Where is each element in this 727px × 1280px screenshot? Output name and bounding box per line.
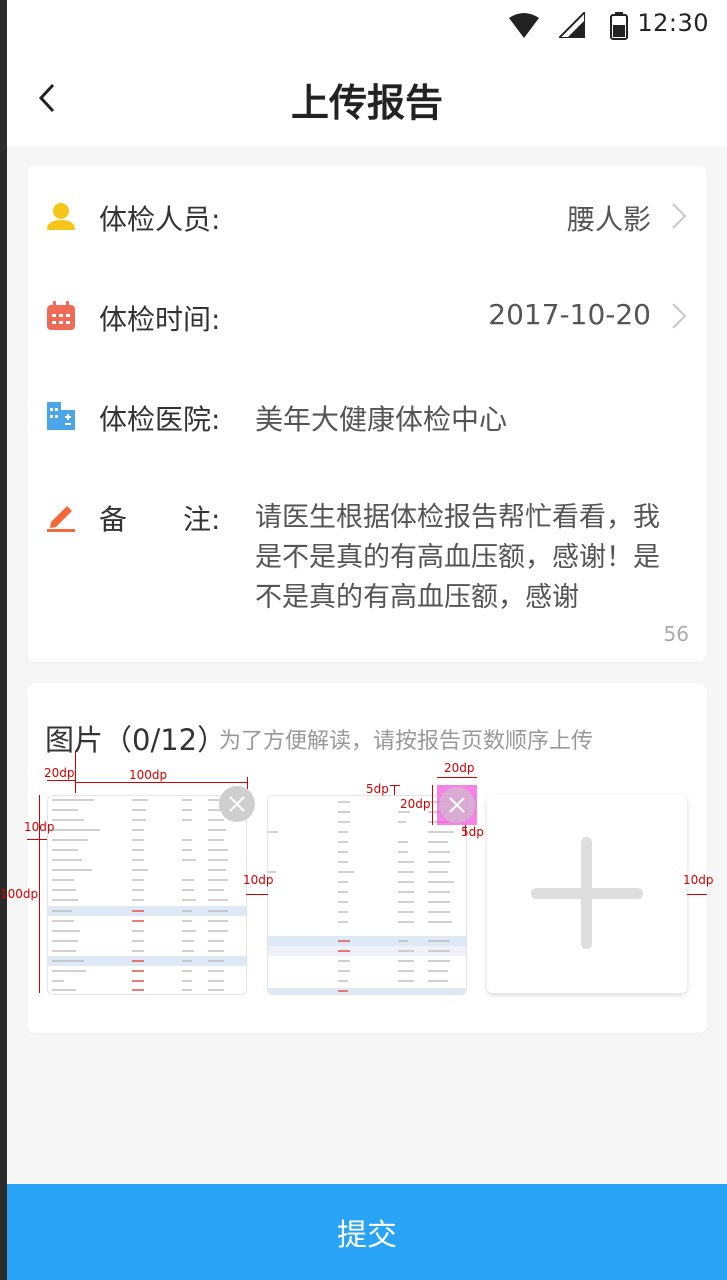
spec-line <box>247 777 248 789</box>
note-textarea[interactable]: 请医生根据体检报告帮忙看看，我是不是真的有高血压额，感谢！是不是真的有高血压额，… <box>255 498 675 618</box>
spec-line <box>27 839 47 840</box>
battery-icon <box>610 12 628 40</box>
spec-label: 20dp <box>400 797 431 811</box>
chevron-right-icon <box>672 203 687 229</box>
report-thumbnail[interactable] <box>267 795 467 995</box>
submit-button[interactable]: 提交 <box>7 1184 727 1280</box>
pictures-title: 图片（0/12） <box>45 723 227 757</box>
spec-line <box>394 785 395 795</box>
chevron-right-icon <box>672 303 687 329</box>
pictures-hint: 为了方便解读，请按报告页数顺序上传 <box>219 729 594 754</box>
spec-label: 10dp <box>683 873 714 887</box>
date-row[interactable]: 体检时间: 2017-10-20 <box>27 286 707 346</box>
signal-icon <box>559 12 585 38</box>
hospital-label: 体检医院: <box>99 403 221 436</box>
note-char-count: 56 <box>663 622 689 646</box>
spec-line <box>246 894 268 895</box>
calendar-icon <box>47 301 75 330</box>
person-value: 腰人影 <box>566 203 651 236</box>
add-image-button[interactable] <box>487 795 687 993</box>
report-info-card: 体检人员: 腰人影 体检时间: 2017-10-20 体检医院: 美年大健康体检… <box>27 166 707 662</box>
spec-label: 10dp <box>243 873 274 887</box>
date-label: 体检时间: <box>99 303 221 336</box>
date-value: 2017-10-20 <box>488 298 651 331</box>
close-icon <box>229 796 245 812</box>
page-title: 上传报告 <box>290 81 443 125</box>
spec-line <box>465 825 466 835</box>
status-time: 12:30 <box>637 9 709 37</box>
note-label-b: 注: <box>183 503 221 536</box>
screen-edge <box>0 0 7 1280</box>
person-row[interactable]: 体检人员: 腰人影 <box>27 186 707 246</box>
hospital-row: 体检医院: 美年大健康体检中心 <box>27 386 707 446</box>
report-thumbnail[interactable] <box>47 795 247 995</box>
spec-line <box>390 785 400 786</box>
spec-line <box>437 777 477 778</box>
spec-label: 20dp <box>44 766 75 780</box>
edit-icon <box>47 506 75 532</box>
spec-line <box>687 894 707 895</box>
hospital-icon <box>47 402 75 430</box>
person-icon <box>47 203 75 230</box>
spec-label: 20dp <box>444 761 475 775</box>
spec-line <box>75 751 76 793</box>
pictures-card: 图片（0/12） 为了方便解读，请按报告页数顺序上传 20dp 100dp 10… <box>0 683 714 1033</box>
status-bar: 12:30 <box>7 0 727 50</box>
spec-label: 100dp <box>129 768 168 782</box>
delete-image-button[interactable] <box>219 786 255 822</box>
spec-label: 100dp <box>0 887 39 901</box>
spec-label: 5dp <box>366 782 389 796</box>
report-page-image <box>48 796 246 994</box>
person-label: 体检人员: <box>99 203 221 236</box>
report-page-image <box>268 796 466 994</box>
hospital-value: 美年大健康体检中心 <box>255 403 508 436</box>
wifi-icon <box>509 13 539 38</box>
note-label-a: 备 <box>99 503 128 536</box>
app-bar: 上传报告 <box>7 50 727 146</box>
spec-line <box>75 782 247 783</box>
delete-image-button[interactable] <box>439 787 475 823</box>
plus-icon <box>531 837 643 949</box>
spec-line <box>39 795 40 993</box>
close-icon <box>449 797 465 813</box>
spec-line <box>432 785 433 825</box>
spec-line <box>47 780 75 781</box>
